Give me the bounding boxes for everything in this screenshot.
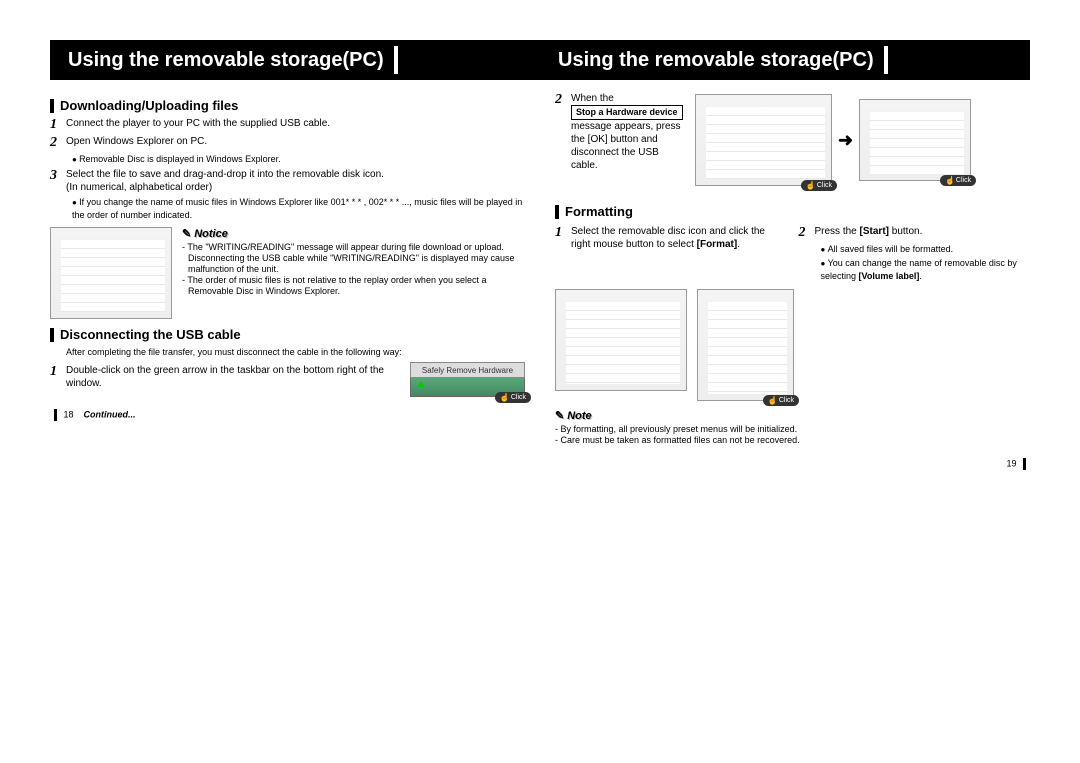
intro-text: After completing the file transfer, you … <box>50 346 525 358</box>
page-number-left: 18 <box>64 409 74 419</box>
click-badge: Click <box>940 175 976 186</box>
screenshot-stop-dialog: Click <box>695 94 832 186</box>
step-text: Double-click on the green arrow in the t… <box>66 364 400 390</box>
screenshot-ok-dialog: Click <box>859 99 971 181</box>
note-label: Note <box>555 409 592 422</box>
header-bar: Using the removable storage(PC) Using th… <box>50 40 1030 80</box>
step-text: Select the removable disc icon and click… <box>571 225 787 251</box>
left-page: Downloading/Uploading files 1 Connect th… <box>50 90 525 470</box>
click-badge: Click <box>801 180 837 191</box>
step-text: Connect the player to your PC with the s… <box>66 117 525 133</box>
heading-downloading: Downloading/Uploading files <box>60 98 238 113</box>
notice-label: Notice <box>182 227 228 240</box>
heading-formatting: Formatting <box>565 204 633 219</box>
section-heading: Downloading/Uploading files <box>50 98 525 113</box>
step-text: Select the file to save and drag-and-dro… <box>66 168 525 194</box>
bullet-text: Removable Disc is displayed in Windows E… <box>50 153 525 166</box>
step-number: 1 <box>50 117 66 133</box>
step-number: 2 <box>799 225 815 241</box>
step-text: Press the [Start] button. <box>815 225 1031 241</box>
screenshot-explorer <box>50 227 172 319</box>
heading-disconnecting: Disconnecting the USB cable <box>60 327 241 342</box>
screenshot-format-dialog: Click <box>697 289 794 401</box>
bullet-text: If you change the name of music files in… <box>50 196 525 221</box>
page-number-right: 19 <box>1006 458 1016 468</box>
continued-label: Continued... <box>84 409 136 419</box>
click-badge: Click <box>763 395 799 406</box>
step-number: 2 <box>50 135 66 151</box>
arrow-right-icon: ➜ <box>838 130 853 151</box>
click-badge: Click <box>495 392 531 403</box>
header-title-left: Using the removable storage(PC) <box>50 49 384 72</box>
step-text: When the Stop a Hardware device message … <box>571 92 685 172</box>
tooltip-label: Safely Remove Hardware <box>410 362 525 378</box>
header-title-right: Using the removable storage(PC) <box>540 49 874 72</box>
screenshot-format-menu <box>555 289 687 391</box>
step-number: 1 <box>50 364 66 390</box>
notice-body: - The "WRITING/READING" message will app… <box>182 242 525 297</box>
divider-icon <box>394 46 398 74</box>
bullet-text: All saved files will be formatted. <box>799 243 1031 256</box>
section-heading: Disconnecting the USB cable <box>50 327 525 342</box>
green-arrow-icon <box>417 381 425 387</box>
step-number: 3 <box>50 168 66 194</box>
section-heading: Formatting <box>555 204 1030 219</box>
step-text: Open Windows Explorer on PC. <box>66 135 525 151</box>
message-box-label: Stop a Hardware device <box>571 105 683 120</box>
screenshot-taskbar: Safely Remove Hardware Click <box>410 362 525 397</box>
bullet-text: You can change the name of removable dis… <box>799 257 1031 282</box>
right-page: 2 When the Stop a Hardware device messag… <box>555 90 1030 470</box>
divider-icon <box>884 46 888 74</box>
step-number: 2 <box>555 92 571 172</box>
step-number: 1 <box>555 225 571 251</box>
note-body: - By formatting, all previously preset m… <box>555 424 1030 446</box>
